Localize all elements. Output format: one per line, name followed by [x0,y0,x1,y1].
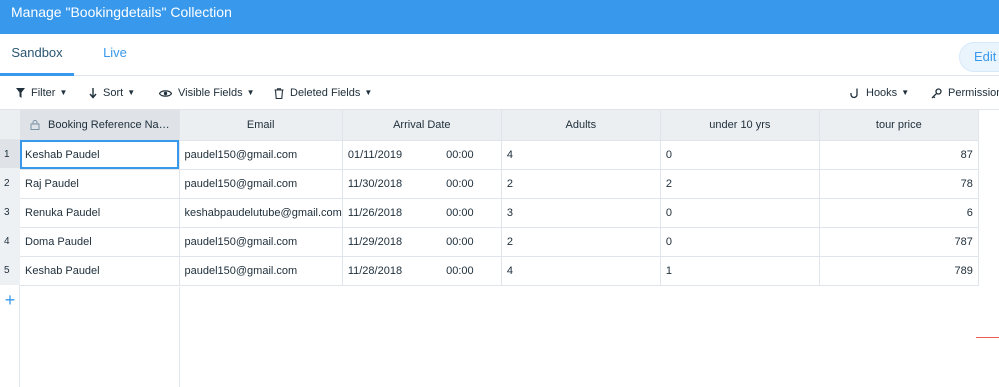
cell-booking-reference[interactable]: Doma Paudel [20,227,180,257]
chevron-down-icon: ▼ [127,88,136,97]
cell-booking-reference[interactable]: Raj Paudel [20,169,180,199]
cell-adults[interactable]: 2 [501,169,661,199]
environment-tabs: Sandbox Live Edit Live [0,34,999,76]
cell-email[interactable]: paudel150@gmail.com [179,256,343,286]
cell-arrival-date[interactable]: 11/30/2018 00:00 [342,169,502,199]
arrow-down-icon [89,87,97,99]
eye-icon [159,89,172,97]
cell-arrival-date[interactable]: 11/28/2018 00:00 [342,256,502,286]
hook-icon [850,88,858,98]
cell-arrival-date[interactable]: 11/26/2018 00:00 [342,198,502,228]
column-header-label: Booking Reference Na… [48,118,170,131]
cell-booking-reference[interactable]: Renuka Paudel [20,198,180,228]
cell-tour-price[interactable]: 787 [819,227,979,257]
date-value: 01/11/2019 [347,148,403,161]
filter-button[interactable]: Filter ▼ [16,77,67,109]
data-grid: 1 2 3 4 5 + Booking Reference Na… Email … [0,110,999,387]
date-value: 11/30/2018 [347,177,403,190]
cell-under-10[interactable]: 2 [660,169,820,199]
filter-label: Filter [31,87,56,99]
cell-arrival-date[interactable]: 01/11/2019 00:00 [342,140,502,170]
cell-tour-price[interactable]: 6 [819,198,979,228]
column-header-tour-price[interactable]: tour price [819,110,979,141]
cell-email[interactable]: paudel150@gmail.com [179,227,343,257]
table-row: Keshab Paudel paudel150@gmail.com 01/11/… [20,140,979,170]
cell-adults[interactable]: 4 [501,140,661,170]
time-value: 00:00 [446,235,474,248]
time-value: 00:00 [446,206,474,219]
hooks-label: Hooks [866,87,898,99]
cell-tour-price[interactable]: 78 [819,169,979,199]
deleted-fields-button[interactable]: Deleted Fields ▼ [274,77,372,109]
cell-adults[interactable]: 4 [501,256,661,286]
date-value: 11/29/2018 [347,235,403,248]
column-divider [179,287,180,387]
row-number[interactable]: 2 [0,169,20,198]
date-value: 11/26/2018 [347,206,403,219]
sort-label: Sort [103,87,124,99]
drag-indicator-line [976,337,999,338]
chevron-down-icon: ▼ [364,88,373,97]
row-number-header [0,110,20,140]
visible-fields-label: Visible Fields [178,87,243,99]
row-number[interactable]: 1 [0,140,20,169]
cell-email[interactable]: paudel150@gmail.com [179,169,343,199]
collection-toolbar: Filter ▼ Sort ▼ Visible Fields ▼ Deleted Fi… [0,77,999,110]
table-row: Doma Paudel paudel150@gmail.com 11/29/20… [20,227,979,257]
cell-tour-price[interactable]: 789 [819,256,979,286]
cell-under-10[interactable]: 0 [660,227,820,257]
column-header-adults[interactable]: Adults [501,110,661,141]
tab-live[interactable]: Live [74,34,156,76]
cell-tour-price[interactable]: 87 [819,140,979,170]
collection-title-bar: Manage "Bookingdetails" Collection [0,0,999,34]
row-number-column: 1 2 3 4 5 + [0,110,20,387]
table-row: Renuka Paudel keshabpaudelutube@gmail.co… [20,198,979,228]
collection-title: Manage "Bookingdetails" Collection [11,4,232,20]
time-value: 00:00 [446,177,474,190]
column-header-email[interactable]: Email [179,110,343,141]
row-number[interactable]: 4 [0,227,20,256]
tab-sandbox[interactable]: Sandbox [0,34,74,76]
cell-booking-reference[interactable]: Keshab Paudel [20,140,180,170]
filter-icon [16,88,25,98]
cell-email[interactable]: paudel150@gmail.com [179,140,343,170]
time-value: 00:00 [446,148,474,161]
cell-arrival-date[interactable]: 11/29/2018 00:00 [342,227,502,257]
hooks-button[interactable]: Hooks ▼ [850,77,909,109]
edit-live-button[interactable]: Edit Live [959,42,999,72]
cell-under-10[interactable]: 0 [660,140,820,170]
cell-under-10[interactable]: 1 [660,256,820,286]
lock-icon [30,119,40,130]
cell-adults[interactable]: 2 [501,227,661,257]
cell-adults[interactable]: 3 [501,198,661,228]
header-row: Booking Reference Na… Email Arrival Date… [20,110,979,141]
add-row-button[interactable]: + [0,290,20,310]
row-number[interactable]: 5 [0,256,20,285]
time-value: 00:00 [446,264,474,277]
visible-fields-button[interactable]: Visible Fields ▼ [159,77,255,109]
cell-booking-reference[interactable]: Keshab Paudel [20,256,180,286]
chevron-down-icon: ▼ [901,88,910,97]
deleted-fields-label: Deleted Fields [290,87,361,99]
permissions-label: Permissions [948,87,999,99]
sort-button[interactable]: Sort ▼ [89,77,135,109]
chevron-down-icon: ▼ [246,88,255,97]
table-row: Keshab Paudel paudel150@gmail.com 11/28/… [20,256,979,286]
column-header-booking-reference[interactable]: Booking Reference Na… [20,110,180,141]
cell-email[interactable]: keshabpaudelutube@gmail.com [179,198,343,228]
column-header-under-10[interactable]: under 10 yrs [660,110,820,141]
row-number[interactable]: 3 [0,198,20,227]
column-header-arrival-date[interactable]: Arrival Date [342,110,502,141]
chevron-down-icon: ▼ [59,88,68,97]
permissions-button[interactable]: Permissions [931,77,999,109]
date-value: 11/28/2018 [347,264,403,277]
key-icon [931,87,942,98]
table-row: Raj Paudel paudel150@gmail.com 11/30/201… [20,169,979,199]
cell-under-10[interactable]: 0 [660,198,820,228]
collection-table: Booking Reference Na… Email Arrival Date… [20,110,979,286]
trash-icon [274,87,284,99]
